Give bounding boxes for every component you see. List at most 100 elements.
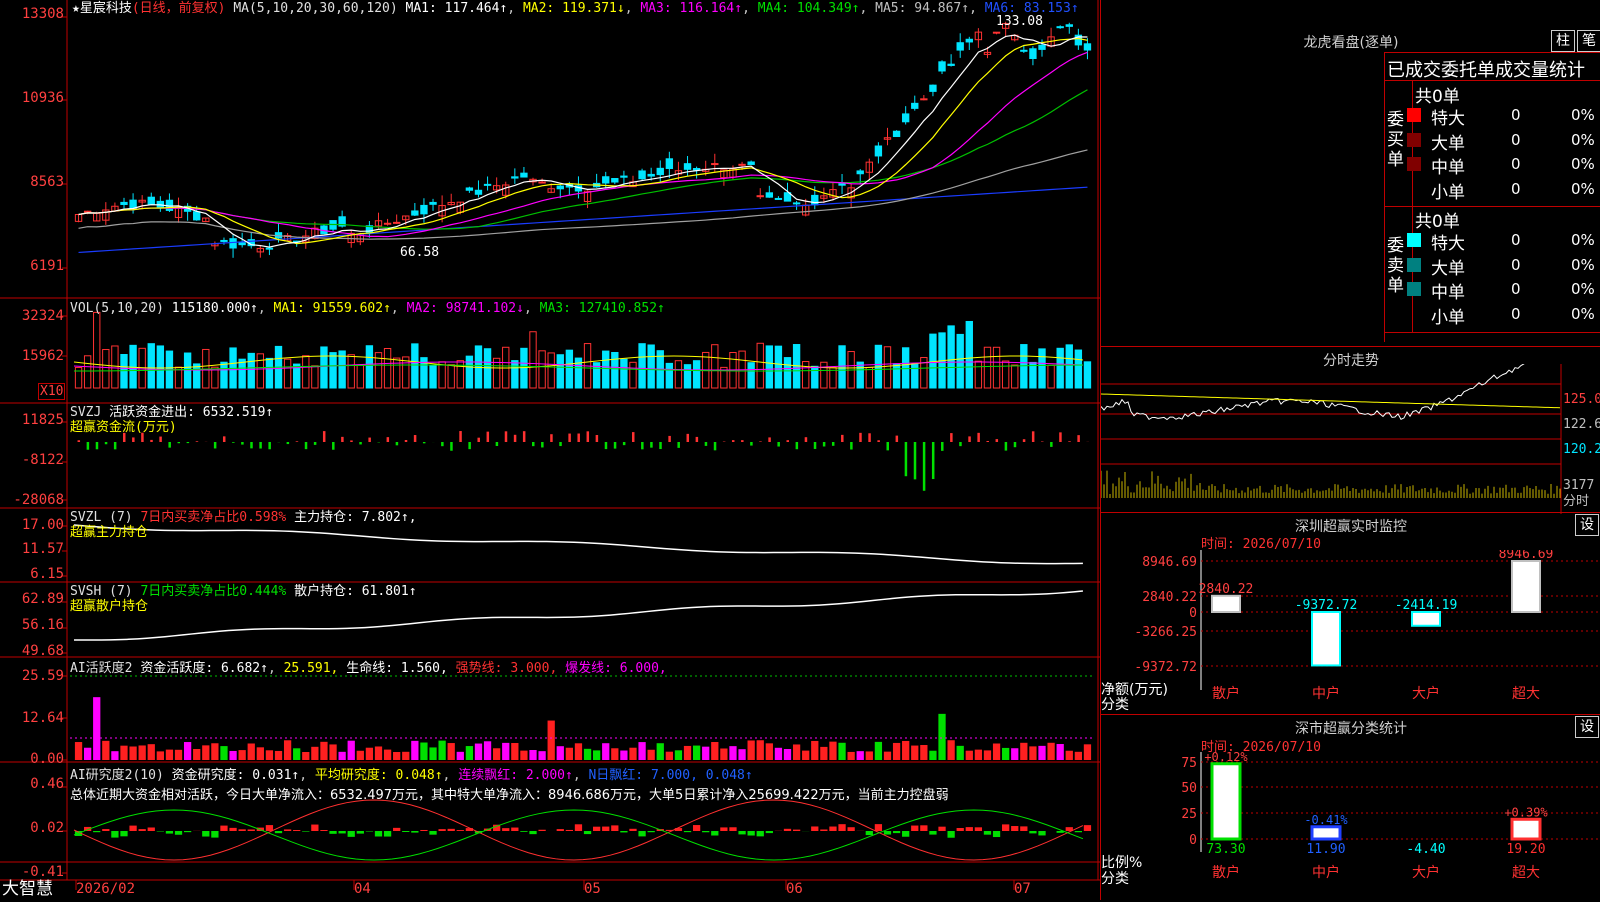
research-bar — [1038, 831, 1045, 835]
activity-bar — [775, 748, 782, 760]
sell-row-name: 特大 — [1431, 229, 1465, 254]
high-price-label: 133.08 — [996, 14, 1043, 29]
sell-color-swatch — [1407, 258, 1421, 272]
sell-row-pct: 0% — [1571, 231, 1595, 249]
flow-bar — [532, 442, 535, 446]
research-bar — [1084, 825, 1091, 831]
activity-bar — [438, 741, 445, 760]
monitor-chart[interactable]: 8946.692840.220-3266.25-9372.722840.22散户… — [1101, 550, 1600, 720]
flow-bar — [541, 442, 544, 447]
candle-body — [921, 99, 927, 100]
candle-body — [793, 203, 799, 204]
activity-bar — [139, 745, 146, 760]
research-bar — [248, 829, 255, 831]
flow-bar — [505, 431, 508, 442]
activity-bar — [457, 752, 464, 760]
activity-bar — [684, 746, 691, 760]
activity-bar — [629, 748, 636, 760]
brand-logo[interactable]: 大智慧 — [2, 880, 53, 899]
flow-bar — [968, 436, 971, 442]
monitor-category: 散户 — [1212, 685, 1240, 702]
monitor-bar — [1512, 561, 1540, 612]
activity-bar — [1011, 748, 1018, 760]
flow-bar — [1014, 442, 1017, 447]
flow-bar — [178, 442, 181, 443]
ai1-y-tick: 0.00 — [0, 751, 64, 767]
column-mode-button[interactable]: 柱 — [1551, 30, 1575, 52]
ma2-value: MA2: 119.371↓ — [523, 1, 625, 16]
candle-body — [684, 164, 690, 170]
period-label[interactable]: (日线，前复权) — [132, 1, 226, 16]
volume-bar — [466, 356, 472, 388]
classify-category: 中户 — [1312, 864, 1340, 881]
flow-bar — [159, 437, 162, 442]
research-bar — [511, 828, 518, 831]
volume-bar — [330, 353, 336, 388]
vol-ma3: MA3: 127410.852↑ — [540, 301, 665, 316]
candle-body — [557, 186, 563, 189]
intraday-vol-unit: 分时 — [1563, 494, 1589, 509]
research-bar — [166, 831, 173, 834]
candle-body — [812, 195, 818, 204]
volume-bar — [902, 348, 908, 388]
stock-name[interactable]: 星宸科技 — [80, 1, 132, 16]
intraday-y-tick: 120.2 — [1563, 442, 1600, 457]
research-bar — [602, 827, 609, 831]
activity-bar — [875, 742, 882, 760]
candle-body — [612, 179, 618, 183]
candle-body — [393, 222, 399, 223]
date-tick: 06 — [786, 882, 803, 897]
right-panel: 龙虎看盘(逐单) 柱 笔 已成交委托单成交量统计 委买单 委卖单 共0单 特大0… — [1100, 0, 1600, 900]
candle-body — [930, 85, 936, 91]
candle-body — [521, 173, 527, 177]
flow-bar — [805, 437, 808, 442]
activity-bar — [702, 747, 709, 760]
research-bar — [829, 827, 836, 831]
activity-bar — [320, 742, 327, 760]
volume-bar — [157, 346, 163, 388]
research-bar — [129, 826, 136, 831]
flow-bar — [496, 442, 499, 446]
activity-bar — [84, 748, 91, 760]
classify-chart[interactable]: 7550250+0.12%73.30散户-0.41%11.90中户-4.40大户… — [1101, 752, 1600, 902]
monitor-settings-button[interactable]: 设 — [1575, 514, 1599, 536]
activity-bar — [193, 749, 200, 760]
research-bar — [139, 829, 146, 831]
volume-bar — [975, 361, 981, 388]
chart-area[interactable]: ★星宸科技(日线，前复权) MA(5,10,20,30,60,120) MA1:… — [0, 0, 1100, 900]
volume-bar — [1084, 362, 1090, 388]
flow-bar — [750, 442, 753, 446]
flow-bar — [423, 442, 426, 443]
activity-bar — [229, 751, 236, 760]
flow-bar — [677, 442, 680, 448]
intraday-chart[interactable] — [1101, 364, 1600, 514]
monitor-category: 超大 — [1512, 686, 1540, 702]
classify-settings-button[interactable]: 设 — [1575, 716, 1599, 738]
volume-bar — [284, 359, 290, 388]
volume-bar — [439, 362, 445, 388]
flow-bar — [405, 440, 408, 442]
kline-chart[interactable] — [0, 0, 1100, 900]
svsh-y-tick: 62.89 — [0, 591, 64, 607]
volume-bar — [521, 348, 527, 388]
volume-bar — [821, 362, 827, 388]
flow-bar — [577, 434, 580, 442]
activity-bar — [1066, 751, 1073, 760]
candle-body — [966, 39, 972, 42]
research-bar — [411, 831, 418, 833]
flow-bar — [950, 433, 953, 442]
volume-bar — [512, 361, 518, 388]
volume-bar — [303, 356, 309, 388]
activity-bar — [784, 749, 791, 760]
flow-bar — [668, 436, 671, 442]
activity-bar — [893, 743, 900, 760]
candle-body — [1030, 49, 1036, 59]
activity-bar — [675, 750, 682, 760]
ai1-d: 强势线: 3.000, — [456, 661, 558, 676]
tick-mode-button[interactable]: 笔 — [1577, 30, 1600, 52]
volume-bar — [412, 344, 418, 388]
low-price-label: 66.58 — [400, 245, 439, 260]
dragon-tab-header[interactable]: 已成交委托单成交量统计 — [1387, 56, 1585, 82]
volume-bar — [94, 312, 100, 388]
flow-bar — [514, 435, 517, 442]
